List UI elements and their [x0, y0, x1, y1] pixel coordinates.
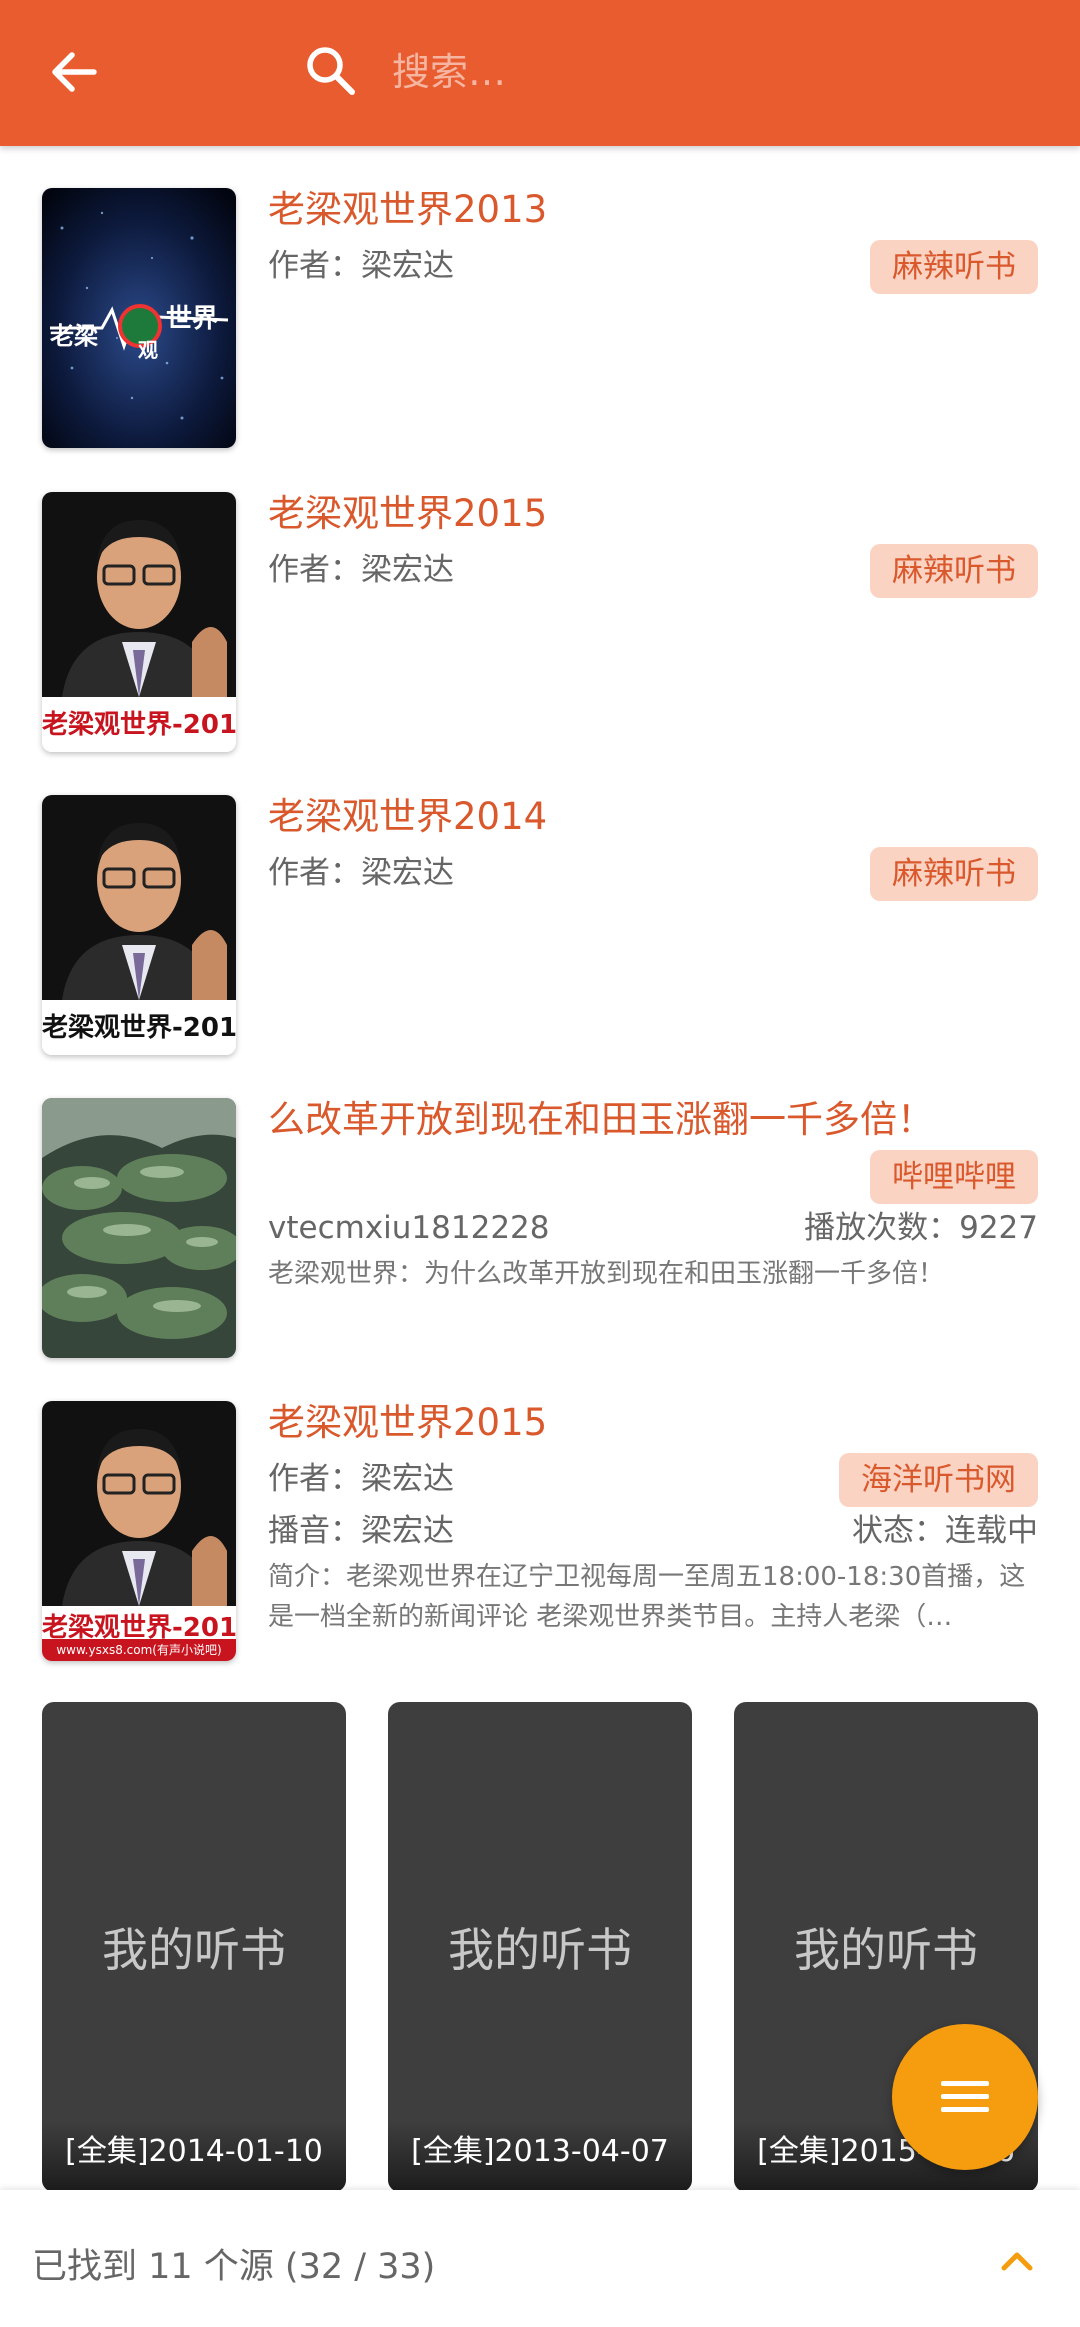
book-cover: 老梁观世界-2014	[42, 795, 236, 1055]
book-title: 老梁观世界2015	[268, 1401, 548, 1444]
book-author: 作者：梁宏达	[268, 248, 454, 284]
chevron-up-icon[interactable]	[1000, 2250, 1034, 2276]
tile-label: 我的听书	[448, 1923, 632, 1977]
tile-label: 我的听书	[102, 1923, 286, 1977]
result-item[interactable]: 老梁 世界 观 老梁观世界2013 作者：梁宏达 麻辣听书	[0, 186, 1080, 458]
top-app-bar: 搜索…	[0, 0, 1080, 146]
result-item[interactable]: 么改革开放到现在和田玉涨翻一千多倍！ 哔哩哔哩 vtecmxiu1812228 …	[0, 1096, 1080, 1368]
video-description: 老梁观世界：为什么改革开放到现在和田玉涨翻一千多倍！	[268, 1259, 945, 1289]
book-title: 老梁观世界2013	[268, 188, 548, 231]
source-count-text: 已找到 11 个源 (32 / 33)	[32, 2247, 436, 2287]
book-author: 作者：梁宏达	[268, 1461, 454, 1497]
cover-caption: 老梁观世界-2015	[42, 1613, 236, 1643]
source-badge: 哔哩哔哩	[870, 1150, 1038, 1204]
search-input[interactable]: 搜索…	[392, 42, 506, 102]
source-badge: 麻辣听书	[870, 240, 1038, 294]
cover-logo-text: 观	[138, 338, 158, 362]
menu-icon	[941, 2081, 989, 2112]
book-cover	[42, 1098, 236, 1358]
result-item[interactable]: 老梁观世界-2015 老梁观世界2015 作者：梁宏达 麻辣听书	[0, 490, 1080, 762]
video-title: 么改革开放到现在和田玉涨翻一千多倍！	[268, 1098, 934, 1141]
book-narrator: 播音：梁宏达	[268, 1513, 454, 1549]
play-count: 播放次数：9227	[804, 1210, 1038, 1246]
book-title: 老梁观世界2015	[268, 492, 548, 535]
my-audiobook-tile[interactable]: 我的听书 [全集]2014-01-10	[42, 1702, 346, 2192]
search-status-bar: 已找到 11 个源 (32 / 33)	[0, 2190, 1080, 2327]
arrow-left-icon[interactable]	[44, 42, 104, 102]
tile-label: 我的听书	[794, 1923, 978, 1977]
source-badge: 麻辣听书	[870, 544, 1038, 598]
tile-caption: [全集]2013-04-07	[388, 2122, 692, 2192]
source-badge: 麻辣听书	[870, 847, 1038, 901]
my-audiobook-tile[interactable]: 我的听书 [全集]2013-04-07	[388, 1702, 692, 2192]
cover-caption: 老梁观世界-2014	[42, 1013, 236, 1043]
cover-logo-text: 老梁	[50, 322, 98, 350]
book-title: 老梁观世界2014	[268, 795, 548, 838]
search-icon[interactable]	[300, 40, 360, 100]
video-uploader: vtecmxiu1812228	[268, 1210, 550, 1246]
book-cover: 老梁 世界 观	[42, 188, 236, 448]
cover-caption: 老梁观世界-2015	[42, 710, 236, 740]
book-author: 作者：梁宏达	[268, 552, 454, 588]
book-status: 状态：连载中	[852, 1513, 1038, 1549]
cover-logo-text: 世界	[166, 304, 219, 334]
cover-sub-caption: www.ysxs8.com(有声小说吧)	[56, 1643, 222, 1657]
book-author: 作者：梁宏达	[268, 855, 454, 891]
result-item[interactable]: 老梁观世界-2014 老梁观世界2014 作者：梁宏达 麻辣听书	[0, 793, 1080, 1065]
book-description: 简介：老梁观世界在辽宁卫视每周一至周五18:00-18:30首播，这是一档全新的…	[268, 1562, 1026, 1632]
book-cover: 老梁观世界-2015 www.ysxs8.com(有声小说吧)	[42, 1401, 236, 1661]
menu-fab-button[interactable]	[892, 2024, 1038, 2170]
result-item[interactable]: 老梁观世界-2015 www.ysxs8.com(有声小说吧) 老梁观世界201…	[0, 1399, 1080, 1671]
source-badge: 海洋听书网	[839, 1453, 1038, 1507]
book-cover: 老梁观世界-2015	[42, 492, 236, 752]
tile-caption: [全集]2014-01-10	[42, 2122, 346, 2192]
